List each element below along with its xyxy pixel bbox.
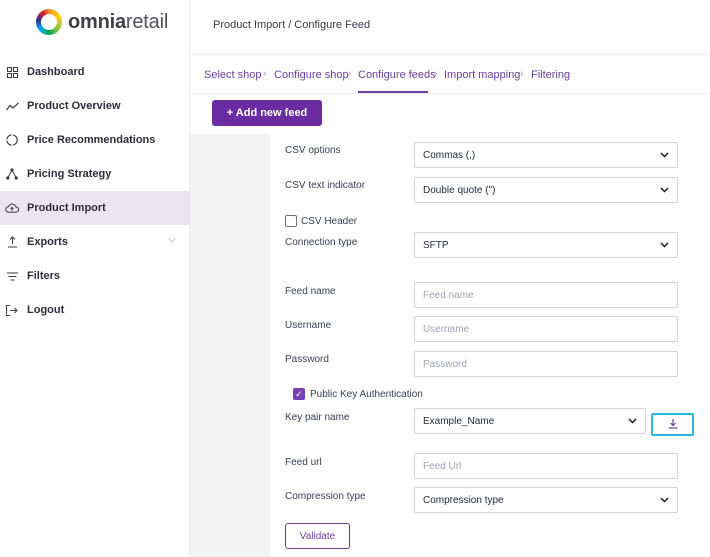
feed-name-label: Feed name	[285, 286, 336, 297]
sidebar-item-label: Filters	[27, 270, 61, 282]
public-key-auth-label: Public Key Authentication	[310, 389, 423, 400]
sidebar-item-pricing-strategy[interactable]: Pricing Strategy	[0, 157, 190, 191]
compression-type-select[interactable]: Compression type	[414, 487, 678, 513]
form-gutter	[190, 134, 270, 557]
username-input[interactable]: Username	[414, 316, 678, 342]
sidebar-item-price-recommendations[interactable]: Price Recommendations	[0, 123, 190, 157]
csv-options-label: CSV options	[285, 145, 341, 156]
upload-icon	[5, 235, 19, 249]
feed-name-placeholder: Feed name	[423, 289, 474, 301]
connection-type-value: SFTP	[423, 239, 449, 251]
step-import-mapping[interactable]: Import mapping	[444, 69, 520, 81]
brand-logo[interactable]: omniaretail	[36, 8, 168, 36]
chevron-down-icon	[628, 416, 637, 427]
cloud-upload-icon	[5, 201, 19, 215]
circle-icon	[5, 133, 19, 147]
sidebar-item-logout[interactable]: Logout	[0, 293, 190, 327]
brand-name: omniaretail	[68, 10, 169, 33]
feed-url-input[interactable]: Feed Url	[414, 453, 678, 479]
step-configure-feeds[interactable]: Configure feeds	[358, 69, 436, 81]
compression-type-label: Compression type	[285, 491, 366, 502]
chevron-down-icon[interactable]	[168, 235, 176, 246]
active-step-indicator	[358, 91, 428, 93]
connection-type-select[interactable]: SFTP	[414, 232, 678, 258]
top-bar: Product Import / Configure Feed	[190, 0, 710, 55]
network-icon	[5, 167, 19, 181]
sidebar-item-label: Product Overview	[27, 100, 121, 112]
grid-icon	[5, 65, 19, 79]
key-pair-name-label: Key pair name	[285, 412, 350, 423]
filter-icon	[5, 269, 19, 283]
username-label: Username	[285, 320, 332, 331]
chevron-right-icon: ›	[520, 68, 524, 80]
username-placeholder: Username	[423, 323, 470, 335]
sidebar-item-label: Price Recommendations	[27, 134, 156, 146]
sidebar-item-filters[interactable]: Filters	[0, 259, 190, 293]
chevron-down-icon	[660, 495, 669, 506]
password-placeholder: Password	[423, 358, 467, 370]
csv-header-label: CSV Header	[301, 216, 358, 227]
sidebar-item-label: Exports	[27, 236, 68, 248]
chevron-right-icon: ›	[434, 68, 438, 80]
csv-options-value: Commas (,)	[423, 149, 476, 161]
logout-icon	[5, 303, 19, 317]
step-navigation: Select shop › Configure shop › Configure…	[190, 56, 710, 94]
sidebar-item-product-overview[interactable]: Product Overview	[0, 89, 190, 123]
connection-type-label: Connection type	[285, 237, 358, 248]
chevron-right-icon: ›	[263, 68, 267, 80]
validate-button[interactable]: Validate	[285, 523, 350, 549]
csv-text-indicator-label: CSV text indicator	[285, 180, 366, 191]
sidebar: omniaretail Dashboard Product Overview P…	[0, 0, 190, 557]
step-select-shop[interactable]: Select shop	[204, 69, 261, 81]
logo-ring-icon	[36, 9, 62, 35]
breadcrumb: Product Import / Configure Feed	[213, 19, 371, 31]
sidebar-item-label: Dashboard	[27, 66, 85, 78]
download-icon	[668, 418, 678, 432]
csv-text-indicator-select[interactable]: Double quote (")	[414, 177, 678, 203]
csv-text-indicator-value: Double quote (")	[423, 184, 496, 196]
sidebar-item-dashboard[interactable]: Dashboard	[0, 55, 190, 89]
chevron-down-icon	[660, 150, 669, 161]
feed-url-label: Feed url	[285, 457, 322, 468]
compression-type-value: Compression type	[423, 494, 504, 506]
sidebar-item-label: Logout	[27, 304, 65, 316]
csv-options-select[interactable]: Commas (,)	[414, 142, 678, 168]
sidebar-item-exports[interactable]: Exports	[0, 225, 190, 259]
sidebar-nav: Dashboard Product Overview Price Recomme…	[0, 55, 190, 327]
step-filtering[interactable]: Filtering	[531, 69, 570, 81]
step-configure-shop[interactable]: Configure shop	[274, 69, 349, 81]
password-input[interactable]: Password	[414, 351, 678, 377]
sidebar-item-label: Product Import	[27, 202, 106, 214]
chevron-down-icon	[660, 240, 669, 251]
csv-header-checkbox[interactable]	[285, 215, 297, 227]
key-pair-name-select[interactable]: Example_Name	[414, 408, 646, 434]
key-pair-name-value: Example_Name	[423, 415, 495, 427]
feed-url-placeholder: Feed Url	[423, 460, 462, 472]
sidebar-item-product-import[interactable]: Product Import	[0, 191, 190, 225]
sidebar-item-label: Pricing Strategy	[27, 168, 112, 180]
chevron-down-icon	[660, 185, 669, 196]
public-key-auth-checkbox[interactable]: ✓	[293, 388, 305, 400]
download-key-button[interactable]	[651, 413, 694, 436]
password-label: Password	[285, 354, 329, 365]
chevron-right-icon: ›	[348, 68, 352, 80]
trend-line-icon	[5, 99, 19, 113]
feed-name-input[interactable]: Feed name	[414, 282, 678, 308]
add-new-feed-button[interactable]: + Add new feed	[212, 100, 322, 126]
